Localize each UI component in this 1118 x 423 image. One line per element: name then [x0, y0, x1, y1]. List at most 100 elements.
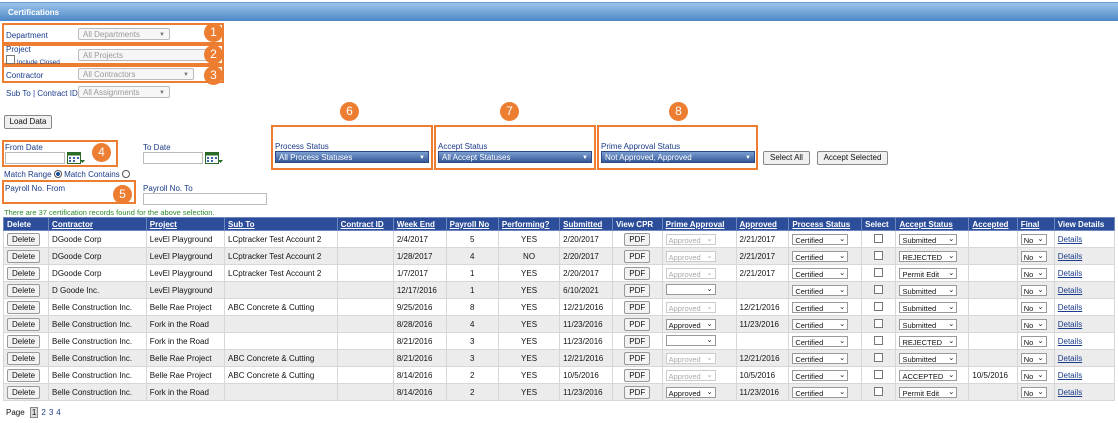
- radio-unselected-icon[interactable]: [121, 170, 130, 178]
- process-status-select[interactable]: Certified ⌄: [792, 318, 849, 330]
- radio-selected-icon[interactable]: [53, 170, 62, 178]
- delete-button[interactable]: Delete: [7, 368, 41, 382]
- subto-select[interactable]: All Assignments ▼: [78, 86, 170, 98]
- process-status-select[interactable]: Certified ⌄: [792, 335, 849, 347]
- process-status-select[interactable]: Certified ⌄: [792, 267, 849, 279]
- process-status-select[interactable]: Certified ⌄: [792, 284, 849, 296]
- select-all-button[interactable]: Select All: [763, 151, 810, 165]
- details-link[interactable]: Details: [1058, 371, 1082, 380]
- column-header[interactable]: Accept Status: [895, 217, 970, 231]
- accept-status-select[interactable]: Submitted ⌄: [899, 352, 958, 364]
- column-header[interactable]: Sub To: [224, 217, 338, 231]
- pdf-button[interactable]: PDF: [624, 249, 651, 263]
- pdf-button[interactable]: PDF: [624, 283, 651, 297]
- pdf-button[interactable]: PDF: [624, 266, 651, 280]
- select-checkbox[interactable]: [874, 318, 884, 328]
- project-select[interactable]: All Projects: [78, 49, 208, 61]
- department-select[interactable]: All Departments ▼: [78, 28, 170, 40]
- pdf-button[interactable]: PDF: [624, 351, 651, 365]
- details-link[interactable]: Details: [1058, 337, 1082, 346]
- final-select[interactable]: No ⌄: [1020, 386, 1047, 398]
- contractor-select[interactable]: All Contractors ▼: [78, 68, 194, 80]
- details-link[interactable]: Details: [1058, 303, 1082, 312]
- select-checkbox[interactable]: [874, 250, 884, 260]
- column-header[interactable]: Approved: [735, 217, 790, 231]
- final-select[interactable]: No ⌄: [1020, 301, 1047, 313]
- to-date-input[interactable]: [143, 152, 203, 164]
- prime-status-select[interactable]: Not Approved, Approved ▼: [601, 151, 755, 163]
- delete-button[interactable]: Delete: [7, 283, 41, 297]
- column-header[interactable]: Payroll No: [445, 217, 499, 231]
- details-link[interactable]: Details: [1058, 235, 1082, 244]
- match-range-option[interactable]: Match Range Match Contains: [4, 170, 130, 179]
- details-link[interactable]: Details: [1058, 286, 1082, 295]
- column-header[interactable]: Project: [145, 217, 226, 231]
- column-header[interactable]: Final: [1016, 217, 1055, 231]
- process-status-select[interactable]: Certified ⌄: [792, 369, 849, 381]
- final-select[interactable]: No ⌄: [1020, 284, 1047, 296]
- column-header[interactable]: Contractor: [48, 217, 147, 231]
- delete-button[interactable]: Delete: [7, 300, 41, 314]
- page-link[interactable]: 1: [29, 407, 39, 418]
- details-link[interactable]: Details: [1058, 388, 1082, 397]
- select-checkbox[interactable]: [874, 335, 884, 345]
- pdf-button[interactable]: PDF: [624, 368, 651, 382]
- process-status-select[interactable]: Certified ⌄: [792, 301, 849, 313]
- delete-button[interactable]: Delete: [7, 317, 41, 331]
- accept-status-select[interactable]: Submitted ⌄: [899, 318, 958, 330]
- delete-button[interactable]: Delete: [7, 266, 41, 280]
- accept-status-select[interactable]: ACCEPTED ⌄: [899, 369, 958, 381]
- select-checkbox[interactable]: [874, 284, 884, 294]
- delete-button[interactable]: Delete: [7, 334, 41, 348]
- select-checkbox[interactable]: [874, 386, 884, 396]
- select-checkbox[interactable]: [874, 233, 884, 243]
- details-link[interactable]: Details: [1058, 252, 1082, 261]
- final-select[interactable]: No ⌄: [1020, 233, 1047, 245]
- process-status-select[interactable]: Certified ⌄: [792, 386, 849, 398]
- column-header[interactable]: Accepted: [968, 217, 1018, 231]
- include-closed-checkbox[interactable]: [6, 55, 15, 64]
- pdf-button[interactable]: PDF: [624, 385, 651, 399]
- payroll-to-input[interactable]: [143, 193, 267, 205]
- column-header[interactable]: Process Status: [788, 217, 863, 231]
- pdf-button[interactable]: PDF: [624, 334, 651, 348]
- column-header[interactable]: Contract ID: [336, 217, 394, 231]
- select-checkbox[interactable]: [874, 352, 884, 362]
- from-date-input[interactable]: [5, 152, 65, 164]
- select-checkbox[interactable]: [874, 301, 884, 311]
- page-link[interactable]: 2: [41, 408, 45, 417]
- prime-approval-select[interactable]: Approved ⌄: [665, 318, 716, 330]
- process-status-select[interactable]: All Process Statuses ▼: [275, 151, 429, 163]
- accept-selected-button[interactable]: Accept Selected: [817, 151, 888, 165]
- calendar-icon[interactable]: [205, 152, 223, 164]
- accept-status-select[interactable]: Permit Edit ⌄: [899, 386, 958, 398]
- select-checkbox[interactable]: [874, 267, 884, 277]
- page-link[interactable]: 4: [56, 408, 60, 417]
- accept-status-select[interactable]: Submitted ⌄: [899, 301, 958, 313]
- details-link[interactable]: Details: [1058, 354, 1082, 363]
- prime-approval-select[interactable]: ⌄: [665, 283, 716, 295]
- accept-status-select[interactable]: Submitted ⌄: [899, 233, 958, 245]
- pdf-button[interactable]: PDF: [624, 232, 651, 246]
- pdf-button[interactable]: PDF: [624, 317, 651, 331]
- process-status-select[interactable]: Certified ⌄: [792, 352, 849, 364]
- accept-status-select[interactable]: REJECTED ⌄: [899, 250, 958, 262]
- column-header[interactable]: Performing?: [497, 217, 561, 231]
- prime-approval-select[interactable]: Approved ⌄: [665, 386, 716, 398]
- accept-status-select[interactable]: Submitted ⌄: [899, 284, 958, 296]
- accept-status-select[interactable]: All Accept Statuses ▼: [438, 151, 592, 163]
- final-select[interactable]: No ⌄: [1020, 335, 1047, 347]
- select-checkbox[interactable]: [874, 369, 884, 379]
- process-status-select[interactable]: Certified ⌄: [792, 250, 849, 262]
- details-link[interactable]: Details: [1058, 269, 1082, 278]
- delete-button[interactable]: Delete: [7, 351, 41, 365]
- final-select[interactable]: No ⌄: [1020, 250, 1047, 262]
- pdf-button[interactable]: PDF: [624, 300, 651, 314]
- process-status-select[interactable]: Certified ⌄: [792, 233, 849, 245]
- final-select[interactable]: No ⌄: [1020, 267, 1047, 279]
- final-select[interactable]: No ⌄: [1020, 318, 1047, 330]
- final-select[interactable]: No ⌄: [1020, 369, 1047, 381]
- page-link[interactable]: 3: [49, 408, 53, 417]
- column-header[interactable]: Prime Approval: [661, 217, 737, 231]
- accept-status-select[interactable]: REJECTED ⌄: [899, 335, 958, 347]
